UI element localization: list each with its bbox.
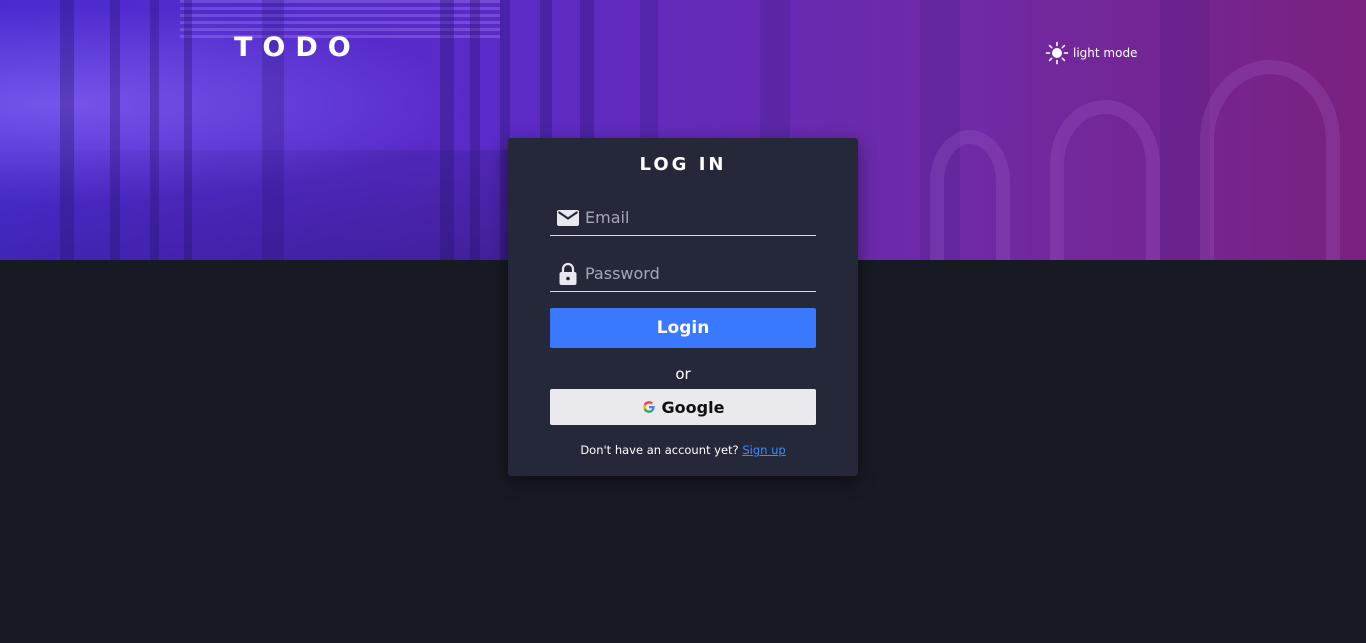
google-icon: [642, 401, 655, 413]
password-input[interactable]: [585, 258, 816, 289]
mail-icon: [557, 209, 579, 226]
signup-prompt-line: Don't have an account yet? Sign up: [508, 443, 858, 457]
signup-prompt: Don't have an account yet?: [580, 443, 739, 457]
theme-toggle-button[interactable]: light mode: [1045, 41, 1137, 65]
google-login-button[interactable]: Google: [550, 389, 816, 425]
lock-icon: [559, 262, 577, 285]
signup-link[interactable]: Sign up: [742, 443, 785, 457]
login-title: LOG IN: [639, 154, 727, 175]
google-button-label: Google: [661, 397, 725, 417]
email-input[interactable]: [585, 202, 816, 233]
theme-toggle-label: light mode: [1073, 46, 1138, 60]
password-field-wrapper: [550, 256, 816, 292]
app-logo: TODO: [234, 32, 361, 63]
sun-icon: [1045, 41, 1069, 65]
email-field-wrapper: [550, 200, 816, 236]
login-button[interactable]: Login: [550, 308, 816, 348]
or-separator: or: [675, 365, 691, 383]
login-card: LOG IN Login or Google Don't have an acc…: [508, 138, 858, 476]
